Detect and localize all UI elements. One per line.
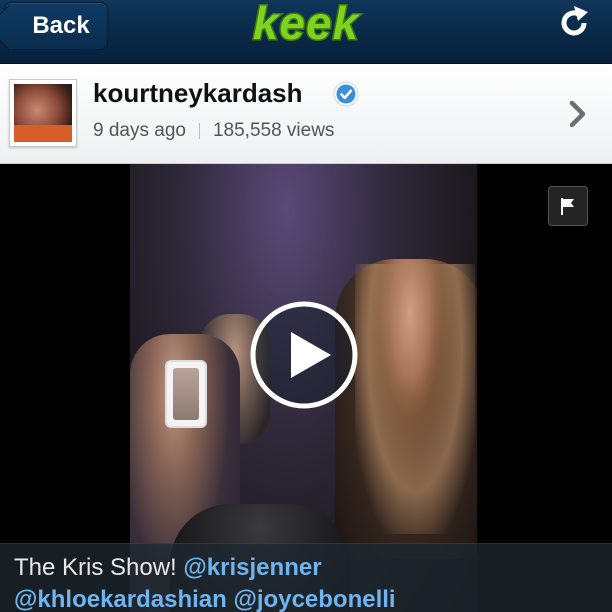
view-count: 185,558 views <box>212 120 335 141</box>
video-caption: The Kris Show! @krisjenner @khloekardash… <box>0 543 612 612</box>
back-button[interactable]: Back <box>4 2 108 50</box>
posted-time: 9 days ago <box>93 120 186 141</box>
top-navigation-bar: Back keek <box>0 0 612 64</box>
back-button-label: Back <box>32 12 90 39</box>
mention-link[interactable]: @khloekardashian <box>14 586 227 612</box>
refresh-button[interactable] <box>548 0 600 46</box>
video-phone <box>165 360 207 428</box>
play-icon[interactable] <box>249 300 359 410</box>
avatar[interactable] <box>9 79 77 147</box>
verified-badge-icon <box>333 81 359 107</box>
caption-text: The Kris Show! <box>14 554 177 581</box>
flag-button[interactable] <box>548 186 588 226</box>
flag-icon <box>561 198 574 215</box>
avatar-image <box>14 84 72 142</box>
refresh-icon <box>561 6 588 36</box>
mention-link[interactable]: @joycebonelli <box>233 586 395 612</box>
post-meta: 9 days ago 185,558 views <box>93 120 334 142</box>
meta-divider <box>198 123 200 139</box>
mention-link[interactable]: @krisjenner <box>183 554 321 581</box>
keek-logo: keek <box>251 0 360 49</box>
chevron-right-icon[interactable] <box>566 96 590 132</box>
profile-header[interactable]: kourtneykardash 9 days ago 185,558 views <box>0 64 612 164</box>
username[interactable]: kourtneykardash <box>93 78 303 109</box>
